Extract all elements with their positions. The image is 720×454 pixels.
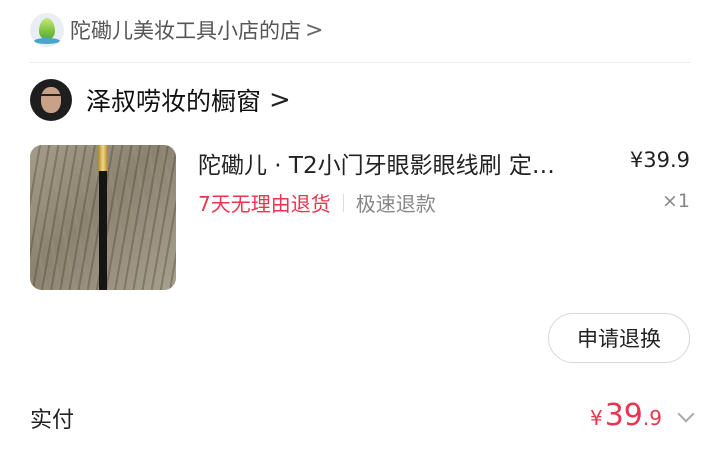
chevron-down-icon[interactable] [677,405,695,423]
chevron-right-icon: > [269,85,291,115]
showcase-link[interactable]: 泽叔唠妆的橱窗 > [30,78,291,122]
amount-integer: 39 [604,398,643,433]
divider [30,62,690,63]
currency-symbol: ¥ [589,406,603,430]
service-tags: 7天无理由退货 极速退款 [198,188,436,217]
product-title[interactable]: 陀磡儿 · T2小门牙眼影眼线刷 定… [198,146,608,180]
avatar-glasses [41,94,61,101]
product-image[interactable] [30,145,176,290]
store-name: 陀磡儿美妆工具小店的店 [70,19,301,43]
brush-handle [99,165,107,290]
paid-label: 实付 [30,408,75,433]
drop-icon [39,18,55,40]
tag-separator [342,193,344,212]
tag-7day-return: 7天无理由退货 [198,192,331,216]
showcase-name: 泽叔唠妆的橱窗 [86,87,262,116]
tag-fast-refund: 极速退款 [355,192,436,216]
order-item-card: 陀磡儿美妆工具小店的店 > 泽叔唠妆的橱窗 > 陀磡儿 · T2小门牙眼影眼线刷… [0,0,720,454]
brush-ferrule [98,145,108,171]
amount-decimal: .9 [642,406,662,430]
paid-amount[interactable]: ¥ 39 .9 [590,398,662,433]
product-price: ¥39.9 [629,148,690,172]
refund-exchange-button[interactable]: 申请退换 [548,313,690,363]
chevron-right-icon: > [305,17,324,43]
logo-base [34,38,60,44]
store-link[interactable]: 陀磡儿美妆工具小店的店 > [30,12,323,48]
product-quantity: ×1 [661,190,690,212]
avatar [30,79,72,121]
store-logo [30,13,64,47]
